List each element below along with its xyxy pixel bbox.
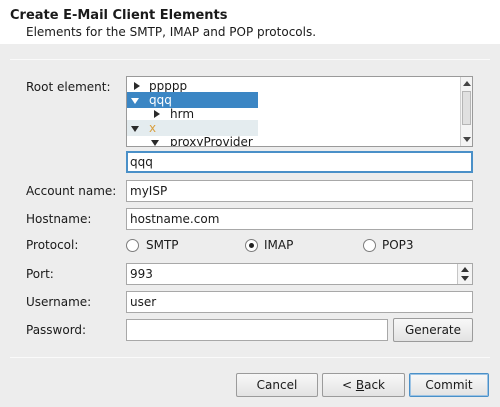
hostname-input[interactable]: hostname.com (126, 208, 473, 230)
page-title: Create E-Mail Client Elements (10, 8, 228, 23)
radio-pop3-label: POP3 (382, 238, 414, 252)
radio-imap[interactable] (245, 239, 258, 252)
wizard-header: Create E-Mail Client Elements Elements f… (0, 0, 500, 44)
port-stepper[interactable]: 993 (126, 263, 473, 285)
generate-button[interactable]: Generate (393, 318, 473, 342)
port-spinner[interactable] (457, 264, 472, 284)
radio-smtp-label: SMTP (146, 238, 179, 252)
root-element-label: Root element: (26, 80, 111, 94)
chevron-down-icon[interactable] (151, 140, 159, 146)
back-rest: ack (364, 378, 385, 392)
radio-smtp[interactable] (126, 239, 139, 252)
account-name-label: Account name: (26, 184, 117, 198)
back-mnemonic: B (355, 378, 365, 392)
scroll-down-icon[interactable] (463, 137, 471, 142)
tree-item-proxyprovider[interactable]: proxyProvider (127, 134, 277, 147)
protocol-label: Protocol: (26, 238, 79, 252)
port-value: 993 (130, 267, 153, 281)
password-input[interactable] (126, 319, 388, 341)
root-element-tree[interactable]: ppppp qqq hrm x proxyProvider (126, 76, 473, 147)
chevron-right-icon[interactable] (154, 110, 160, 118)
tree-item-label: proxyProvider (170, 135, 253, 147)
root-element-field[interactable]: qqq (126, 151, 473, 173)
back-prefix: < (341, 378, 356, 392)
back-button[interactable]: < Back (322, 373, 405, 397)
footer-divider (10, 357, 490, 358)
username-input[interactable]: user (126, 291, 473, 313)
username-label: Username: (26, 295, 92, 309)
increment-icon[interactable] (461, 267, 469, 272)
account-name-input[interactable]: myISP (126, 180, 473, 202)
hostname-label: Hostname: (26, 212, 92, 226)
header-divider (10, 59, 490, 60)
page-subtitle: Elements for the SMTP, IMAP and POP prot… (26, 25, 317, 39)
radio-imap-label: IMAP (264, 238, 294, 252)
tree-scrollbar[interactable] (460, 77, 472, 146)
chevron-down-icon[interactable] (131, 98, 139, 104)
decrement-icon[interactable] (461, 276, 469, 281)
port-label: Port: (26, 267, 54, 281)
scrollbar-thumb[interactable] (462, 91, 471, 125)
password-label: Password: (26, 323, 87, 337)
chevron-right-icon[interactable] (134, 82, 140, 90)
chevron-down-icon[interactable] (131, 126, 139, 132)
radio-pop3[interactable] (363, 239, 376, 252)
cancel-button[interactable]: Cancel (236, 373, 318, 397)
scroll-up-icon[interactable] (463, 81, 471, 86)
commit-button[interactable]: Commit (409, 373, 489, 397)
